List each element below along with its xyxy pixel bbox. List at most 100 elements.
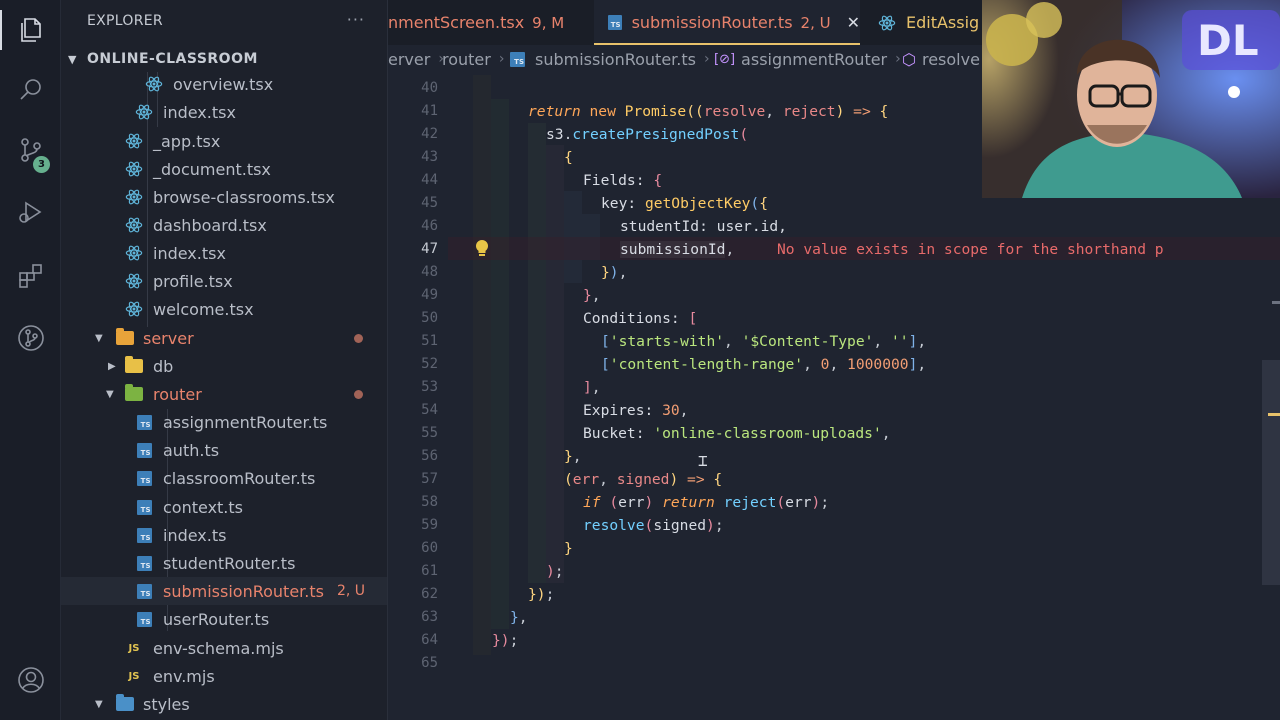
folder-label: router bbox=[153, 384, 202, 404]
breadcrumb-label: router bbox=[442, 49, 491, 69]
breadcrumb-item[interactable]: router › bbox=[442, 50, 512, 69]
source-control-icon[interactable]: 3 bbox=[0, 122, 61, 178]
file-item[interactable]: TS assignmentRouter.ts bbox=[61, 408, 387, 436]
react-icon bbox=[125, 188, 143, 206]
tab-label: EditAssig bbox=[906, 13, 980, 32]
tab-assignment-screen[interactable]: nmentScreen.tsx 9, M bbox=[388, 0, 590, 45]
code-line: return new Promise((resolve, reject) => … bbox=[528, 103, 889, 120]
file-item[interactable]: TS index.ts bbox=[61, 521, 387, 549]
file-label: index.tsx bbox=[153, 243, 226, 263]
file-item[interactable]: profile.tsx bbox=[61, 267, 387, 295]
file-label: welcome.tsx bbox=[153, 299, 254, 319]
file-label: _document.tsx bbox=[153, 159, 271, 179]
code-line: (err, signed) => { bbox=[564, 471, 723, 488]
scrollbar-thumb[interactable] bbox=[1262, 360, 1280, 585]
folder-item-server[interactable]: ▼ server bbox=[61, 324, 387, 352]
react-icon bbox=[135, 103, 153, 121]
modified-dot bbox=[354, 389, 363, 399]
file-item[interactable]: index.tsx bbox=[61, 239, 387, 267]
typescript-icon: TS bbox=[510, 51, 525, 67]
line-number: 55 bbox=[421, 425, 438, 441]
explorer-sidebar: EXPLORER ··· ▼ ONLINE-CLASSROOM overview… bbox=[61, 0, 388, 720]
code-line: Fields: { bbox=[583, 172, 663, 189]
file-label: env-schema.mjs bbox=[153, 638, 284, 658]
code-line: ); bbox=[546, 563, 564, 580]
chevron-right-icon: › bbox=[895, 51, 901, 67]
file-item[interactable]: overview.tsx bbox=[61, 70, 387, 98]
file-item[interactable]: _app.tsx bbox=[61, 127, 387, 155]
breadcrumb-label: assignmentRouter bbox=[741, 49, 888, 69]
breadcrumb-label: erver bbox=[388, 49, 431, 69]
file-label: index.tsx bbox=[163, 102, 236, 122]
file-item[interactable]: index.tsx bbox=[61, 98, 387, 126]
line-number: 40 bbox=[421, 80, 438, 96]
file-item[interactable]: TS auth.ts bbox=[61, 436, 387, 464]
indent-guide bbox=[491, 99, 509, 629]
run-debug-icon[interactable] bbox=[0, 184, 61, 240]
search-icon[interactable] bbox=[0, 62, 61, 118]
file-item[interactable]: _document.tsx bbox=[61, 155, 387, 183]
folder-icon bbox=[116, 694, 134, 713]
git-graph-icon[interactable] bbox=[0, 310, 61, 366]
typescript-icon: TS bbox=[135, 498, 153, 516]
line-number: 49 bbox=[421, 287, 438, 303]
breadcrumb-item[interactable]: [⊘] assignmentRouter › bbox=[714, 50, 909, 69]
breadcrumb-item[interactable]: TS submissionRouter.ts › bbox=[510, 50, 718, 69]
chevron-right-icon: › bbox=[498, 51, 505, 67]
file-item-active[interactable]: TS submissionRouter.ts 2, U bbox=[61, 577, 387, 605]
file-item[interactable]: browse-classrooms.tsx bbox=[61, 183, 387, 211]
line-number: 42 bbox=[421, 126, 438, 142]
minimap-marker bbox=[1268, 413, 1280, 416]
line-number: 56 bbox=[421, 448, 438, 464]
code-line: Expires: 30, bbox=[583, 402, 689, 419]
react-icon bbox=[145, 75, 163, 93]
indent-guide bbox=[546, 145, 564, 583]
minimap-marker bbox=[1272, 301, 1280, 304]
code-line: { bbox=[564, 149, 573, 166]
file-item[interactable]: TS studentRouter.ts bbox=[61, 549, 387, 577]
react-icon bbox=[125, 160, 143, 178]
file-label: dashboard.tsx bbox=[153, 215, 267, 235]
code-line: }, bbox=[564, 448, 582, 465]
folder-icon bbox=[125, 384, 143, 403]
file-item[interactable]: dashboard.tsx bbox=[61, 211, 387, 239]
more-actions-icon[interactable]: ··· bbox=[347, 10, 365, 29]
explorer-icon[interactable] bbox=[0, 2, 61, 58]
file-label: auth.ts bbox=[163, 440, 220, 460]
code-line: ['content-length-range', 0, 1000000], bbox=[601, 356, 927, 373]
file-label: browse-classrooms.tsx bbox=[153, 187, 335, 207]
line-number: 63 bbox=[421, 609, 438, 625]
breadcrumb-item[interactable]: ⬡ resolve bbox=[902, 50, 980, 69]
file-item[interactable]: welcome.tsx bbox=[61, 295, 387, 323]
close-icon[interactable]: ✕ bbox=[847, 13, 860, 32]
workspace-section[interactable]: ▼ ONLINE-CLASSROOM bbox=[61, 45, 387, 73]
file-item[interactable]: JS env.mjs bbox=[61, 662, 387, 690]
line-number: 44 bbox=[421, 172, 438, 188]
file-item[interactable]: TS classroomRouter.ts bbox=[61, 464, 387, 492]
extensions-icon[interactable] bbox=[0, 248, 61, 304]
lightbulb-icon[interactable] bbox=[474, 239, 490, 259]
file-label: userRouter.ts bbox=[163, 609, 270, 629]
tab-submission-router[interactable]: TS submissionRouter.ts 2, U ✕ bbox=[594, 0, 860, 45]
svg-text:DL: DL bbox=[1197, 16, 1259, 65]
line-number: 41 bbox=[421, 103, 438, 119]
folder-item-router[interactable]: ▼ router bbox=[61, 380, 387, 408]
file-item[interactable]: TS context.ts bbox=[61, 493, 387, 521]
typescript-icon: TS bbox=[135, 582, 153, 600]
modified-dot bbox=[354, 333, 363, 343]
file-item[interactable]: TS userRouter.ts bbox=[61, 605, 387, 633]
chevron-down-icon: ▼ bbox=[95, 698, 103, 710]
file-label: profile.tsx bbox=[153, 271, 233, 291]
source-control-badge: 3 bbox=[33, 156, 50, 173]
react-icon bbox=[125, 272, 143, 290]
variable-icon: [⊘] bbox=[714, 51, 736, 67]
chevron-right-icon: ▶ bbox=[108, 360, 116, 372]
folder-item-styles[interactable]: ▼ styles bbox=[61, 690, 387, 718]
folder-item-db[interactable]: ▶ db bbox=[61, 352, 387, 380]
account-icon[interactable] bbox=[0, 652, 61, 708]
cube-icon: ⬡ bbox=[902, 49, 916, 69]
indent-guide bbox=[473, 75, 491, 655]
file-item[interactable]: JS env-schema.mjs bbox=[61, 634, 387, 662]
line-number: 59 bbox=[421, 517, 438, 533]
line-number: 61 bbox=[421, 563, 438, 579]
